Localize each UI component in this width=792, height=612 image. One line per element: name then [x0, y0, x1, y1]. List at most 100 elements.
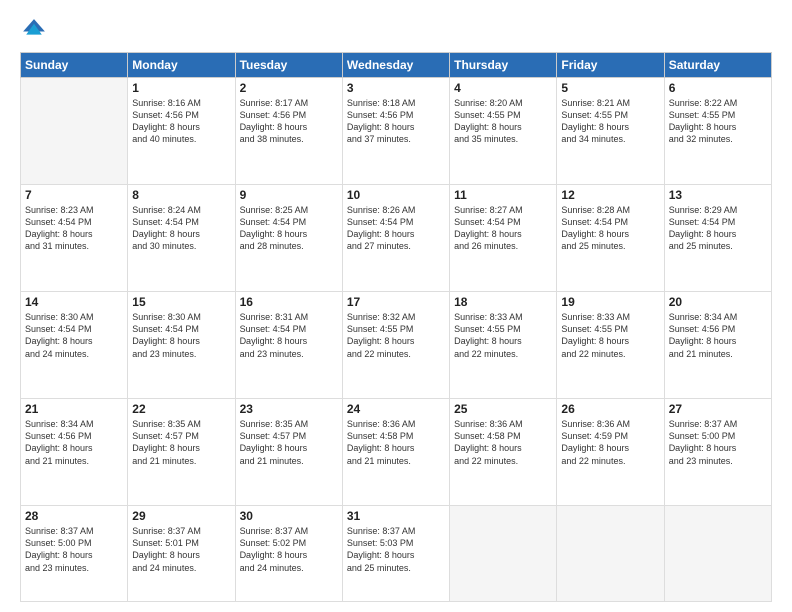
day-number: 19 — [561, 295, 659, 309]
day-number: 28 — [25, 509, 123, 523]
day-detail: Sunrise: 8:21 AM Sunset: 4:55 PM Dayligh… — [561, 97, 659, 146]
day-cell: 4 Sunrise: 8:20 AM Sunset: 4:55 PM Daylig… — [450, 78, 557, 185]
day-cell: 2Sunrise: 8:17 AM Sunset: 4:56 PM Daylig… — [235, 78, 342, 185]
logo — [20, 16, 52, 44]
day-number: 4 — [454, 81, 552, 95]
weekday-header-wednesday: Wednesday — [342, 53, 449, 78]
day-cell: 6 Sunrise: 8:22 AM Sunset: 4:55 PM Daylig… — [664, 78, 771, 185]
day-number: 2 — [240, 81, 338, 95]
day-detail: Sunrise: 8:23 AM Sunset: 4:54 PM Dayligh… — [25, 204, 123, 253]
day-number: 20 — [669, 295, 767, 309]
day-cell: 30 Sunrise: 8:37 AM Sunset: 5:02 PM Dayli… — [235, 506, 342, 602]
day-detail: Sunrise: 8:37 AM Sunset: 5:00 PM Dayligh… — [669, 418, 767, 467]
day-number: 31 — [347, 509, 445, 523]
day-number: 22 — [132, 402, 230, 416]
day-detail: Sunrise: 8:34 AM Sunset: 4:56 PM Dayligh… — [25, 418, 123, 467]
day-cell: 7Sunrise: 8:23 AM Sunset: 4:54 PM Daylig… — [21, 185, 128, 292]
day-number: 13 — [669, 188, 767, 202]
day-number: 9 — [240, 188, 338, 202]
day-number: 26 — [561, 402, 659, 416]
day-cell — [557, 506, 664, 602]
day-cell: 22Sunrise: 8:35 AM Sunset: 4:57 PM Dayli… — [128, 399, 235, 506]
day-number: 27 — [669, 402, 767, 416]
day-cell: 8 Sunrise: 8:24 AM Sunset: 4:54 PM Daylig… — [128, 185, 235, 292]
day-detail: Sunrise: 8:36 AM Sunset: 4:59 PM Dayligh… — [561, 418, 659, 467]
day-number: 18 — [454, 295, 552, 309]
day-cell: 26 Sunrise: 8:36 AM Sunset: 4:59 PM Dayli… — [557, 399, 664, 506]
page: SundayMondayTuesdayWednesdayThursdayFrid… — [0, 0, 792, 612]
day-cell: 28 Sunrise: 8:37 AM Sunset: 5:00 PM Dayli… — [21, 506, 128, 602]
day-cell — [450, 506, 557, 602]
weekday-header-saturday: Saturday — [664, 53, 771, 78]
day-cell: 20 Sunrise: 8:34 AM Sunset: 4:56 PM Dayli… — [664, 292, 771, 399]
weekday-header-friday: Friday — [557, 53, 664, 78]
day-detail: Sunrise: 8:36 AM Sunset: 4:58 PM Dayligh… — [454, 418, 552, 467]
day-detail: Sunrise: 8:16 AM Sunset: 4:56 PM Dayligh… — [132, 97, 230, 146]
day-detail: Sunrise: 8:29 AM Sunset: 4:54 PM Dayligh… — [669, 204, 767, 253]
day-detail: Sunrise: 8:30 AM Sunset: 4:54 PM Dayligh… — [25, 311, 123, 360]
day-cell: 27 Sunrise: 8:37 AM Sunset: 5:00 PM Dayli… — [664, 399, 771, 506]
day-cell: 24Sunrise: 8:36 AM Sunset: 4:58 PM Dayli… — [342, 399, 449, 506]
week-row-1: 1Sunrise: 8:16 AM Sunset: 4:56 PM Daylig… — [21, 78, 772, 185]
weekday-header-tuesday: Tuesday — [235, 53, 342, 78]
day-detail: Sunrise: 8:34 AM Sunset: 4:56 PM Dayligh… — [669, 311, 767, 360]
day-cell: 15 Sunrise: 8:30 AM Sunset: 4:54 PM Dayli… — [128, 292, 235, 399]
day-detail: Sunrise: 8:33 AM Sunset: 4:55 PM Dayligh… — [561, 311, 659, 360]
day-cell: 18 Sunrise: 8:33 AM Sunset: 4:55 PM Dayli… — [450, 292, 557, 399]
day-number: 15 — [132, 295, 230, 309]
day-cell: 31 Sunrise: 8:37 AM Sunset: 5:03 PM Dayli… — [342, 506, 449, 602]
day-cell: 10 Sunrise: 8:26 AM Sunset: 4:54 PM Dayli… — [342, 185, 449, 292]
day-detail: Sunrise: 8:36 AM Sunset: 4:58 PM Dayligh… — [347, 418, 445, 467]
day-detail: Sunrise: 8:26 AM Sunset: 4:54 PM Dayligh… — [347, 204, 445, 253]
day-detail: Sunrise: 8:32 AM Sunset: 4:55 PM Dayligh… — [347, 311, 445, 360]
logo-icon — [20, 16, 48, 44]
day-cell — [664, 506, 771, 602]
day-cell: 23 Sunrise: 8:35 AM Sunset: 4:57 PM Dayli… — [235, 399, 342, 506]
day-detail: Sunrise: 8:20 AM Sunset: 4:55 PM Dayligh… — [454, 97, 552, 146]
weekday-header-row: SundayMondayTuesdayWednesdayThursdayFrid… — [21, 53, 772, 78]
day-detail: Sunrise: 8:25 AM Sunset: 4:54 PM Dayligh… — [240, 204, 338, 253]
day-cell — [21, 78, 128, 185]
calendar: SundayMondayTuesdayWednesdayThursdayFrid… — [20, 52, 772, 602]
day-detail: Sunrise: 8:18 AM Sunset: 4:56 PM Dayligh… — [347, 97, 445, 146]
day-number: 23 — [240, 402, 338, 416]
week-row-5: 28 Sunrise: 8:37 AM Sunset: 5:00 PM Dayli… — [21, 506, 772, 602]
day-detail: Sunrise: 8:33 AM Sunset: 4:55 PM Dayligh… — [454, 311, 552, 360]
day-detail: Sunrise: 8:27 AM Sunset: 4:54 PM Dayligh… — [454, 204, 552, 253]
day-cell: 12Sunrise: 8:28 AM Sunset: 4:54 PM Dayli… — [557, 185, 664, 292]
header — [20, 16, 772, 44]
day-cell: 16 Sunrise: 8:31 AM Sunset: 4:54 PM Dayli… — [235, 292, 342, 399]
day-number: 30 — [240, 509, 338, 523]
week-row-2: 7Sunrise: 8:23 AM Sunset: 4:54 PM Daylig… — [21, 185, 772, 292]
day-number: 29 — [132, 509, 230, 523]
day-detail: Sunrise: 8:24 AM Sunset: 4:54 PM Dayligh… — [132, 204, 230, 253]
day-detail: Sunrise: 8:31 AM Sunset: 4:54 PM Dayligh… — [240, 311, 338, 360]
day-cell: 13 Sunrise: 8:29 AM Sunset: 4:54 PM Dayli… — [664, 185, 771, 292]
weekday-header-thursday: Thursday — [450, 53, 557, 78]
weekday-header-monday: Monday — [128, 53, 235, 78]
day-detail: Sunrise: 8:22 AM Sunset: 4:55 PM Dayligh… — [669, 97, 767, 146]
day-detail: Sunrise: 8:28 AM Sunset: 4:54 PM Dayligh… — [561, 204, 659, 253]
day-cell: 5 Sunrise: 8:21 AM Sunset: 4:55 PM Daylig… — [557, 78, 664, 185]
day-number: 10 — [347, 188, 445, 202]
day-detail: Sunrise: 8:35 AM Sunset: 4:57 PM Dayligh… — [240, 418, 338, 467]
day-number: 5 — [561, 81, 659, 95]
day-cell: 19 Sunrise: 8:33 AM Sunset: 4:55 PM Dayli… — [557, 292, 664, 399]
day-detail: Sunrise: 8:37 AM Sunset: 5:03 PM Dayligh… — [347, 525, 445, 574]
day-cell: 25 Sunrise: 8:36 AM Sunset: 4:58 PM Dayli… — [450, 399, 557, 506]
day-number: 6 — [669, 81, 767, 95]
day-number: 21 — [25, 402, 123, 416]
day-number: 8 — [132, 188, 230, 202]
day-detail: Sunrise: 8:37 AM Sunset: 5:02 PM Dayligh… — [240, 525, 338, 574]
week-row-4: 21 Sunrise: 8:34 AM Sunset: 4:56 PM Dayli… — [21, 399, 772, 506]
day-number: 16 — [240, 295, 338, 309]
day-cell: 9 Sunrise: 8:25 AM Sunset: 4:54 PM Daylig… — [235, 185, 342, 292]
day-detail: Sunrise: 8:37 AM Sunset: 5:00 PM Dayligh… — [25, 525, 123, 574]
day-number: 11 — [454, 188, 552, 202]
day-detail: Sunrise: 8:30 AM Sunset: 4:54 PM Dayligh… — [132, 311, 230, 360]
day-number: 3 — [347, 81, 445, 95]
day-cell: 21 Sunrise: 8:34 AM Sunset: 4:56 PM Dayli… — [21, 399, 128, 506]
day-number: 25 — [454, 402, 552, 416]
day-number: 17 — [347, 295, 445, 309]
day-cell: 29Sunrise: 8:37 AM Sunset: 5:01 PM Dayli… — [128, 506, 235, 602]
